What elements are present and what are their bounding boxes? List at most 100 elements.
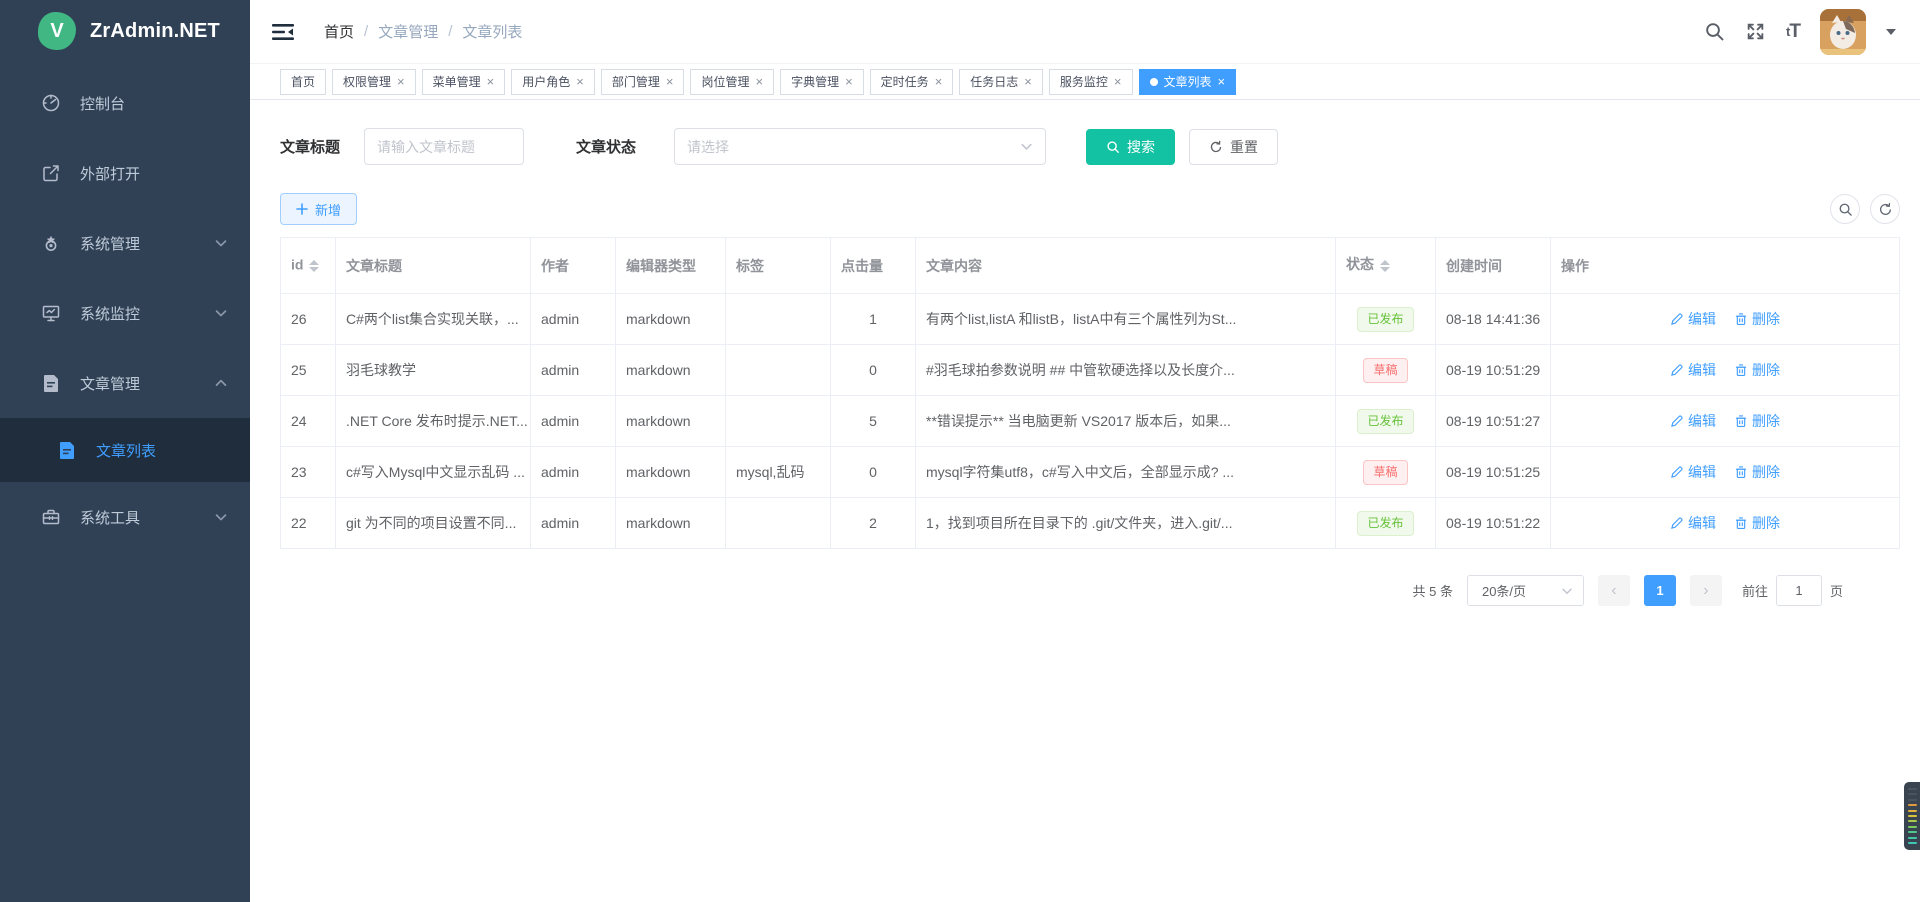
edit-button[interactable]: 编辑 [1670,360,1716,380]
cell-author: admin [531,345,616,396]
refresh-icon[interactable] [1870,194,1900,224]
page-1-button[interactable]: 1 [1644,575,1676,606]
tab-close-icon[interactable]: × [935,75,943,88]
show-search-icon[interactable] [1830,194,1860,224]
tab-用户角色[interactable]: 用户角色× [511,69,595,95]
column-header-editor: 编辑器类型 [616,238,726,294]
sidebar-collapse-icon[interactable] [272,22,294,42]
tab-close-icon[interactable]: × [1024,75,1032,88]
sort-icon[interactable] [1380,255,1390,277]
delete-button[interactable]: 删除 [1734,462,1780,482]
cell-content: 有两个list,listA 和listB，listA中有三个属性列为St... [916,294,1336,345]
column-header-status[interactable]: 状态 [1336,238,1436,294]
add-button[interactable]: 新增 [280,193,357,225]
sidebar-item-控制台[interactable]: 控制台 [0,68,250,138]
tab-定时任务[interactable]: 定时任务 × [870,69,954,95]
article-status-select[interactable]: 请选择 [674,128,1046,165]
tab-close-icon[interactable]: × [1114,75,1122,88]
table-row: 22git 为不同的项目设置不同...adminmarkdown21，找到项目所… [281,498,1900,549]
prev-page-button[interactable]: ‹ [1598,575,1630,606]
status-badge: 已发布 [1357,511,1413,536]
cell-content: 1，找到项目所在目录下的 .git/文件夹，进入.git/... [916,498,1336,549]
delete-button[interactable]: 删除 [1734,513,1780,533]
cell-id: 25 [281,345,336,396]
sidebar-subitem-文章列表[interactable]: 文章列表 [0,418,250,482]
sidebar-item-label: 系统工具 [80,507,214,528]
search-icon[interactable] [1704,21,1725,42]
cell-actions: 编辑删除 [1551,396,1900,447]
search-button[interactable]: 搜索 [1086,129,1175,165]
app-logo[interactable]: V ZrAdmin.NET [0,0,250,62]
topbar-actions: tT [1704,9,1896,55]
article-title-input[interactable] [364,128,524,165]
breadcrumb: 首页 / 文章管理 / 文章列表 [324,21,522,42]
breadcrumb-article-mgmt[interactable]: 文章管理 [378,21,438,42]
breadcrumb-home[interactable]: 首页 [324,21,354,42]
cell-title: git 为不同的项目设置不同... [336,498,531,549]
sort-icon[interactable] [309,255,319,277]
fullscreen-icon[interactable] [1745,21,1766,42]
tab-close-icon[interactable]: × [576,75,584,88]
edit-button[interactable]: 编辑 [1670,513,1716,533]
sidebar-item-系统工具[interactable]: 系统工具 [0,482,250,552]
sidebar-item-系统管理[interactable]: 系统管理 [0,208,250,278]
document-icon [56,439,78,461]
tab-岗位管理[interactable]: 岗位管理× [690,69,774,95]
goto-page-input[interactable] [1776,575,1822,606]
user-menu-caret-icon[interactable] [1886,29,1896,35]
cell-clicks: 1 [831,294,916,345]
delete-button[interactable]: 删除 [1734,309,1780,329]
tab-任务日志[interactable]: 任务日志× [959,69,1043,95]
table-row: 25羽毛球教学adminmarkdown0#羽毛球拍参数说明 ## 中管软硬选择… [281,345,1900,396]
logo-icon: V [38,12,76,50]
tab-字典管理[interactable]: 字典管理× [780,69,864,95]
avatar[interactable] [1820,9,1866,55]
tab-close-icon[interactable]: × [666,75,674,88]
tab-首页[interactable]: 首页 [280,69,326,95]
edit-button[interactable]: 编辑 [1670,411,1716,431]
column-header-id[interactable]: id [281,238,336,294]
font-size-icon[interactable]: tT [1786,21,1800,43]
tab-label: 定时任务 [881,73,929,90]
delete-button[interactable]: 删除 [1734,360,1780,380]
sidebar-item-文章管理[interactable]: 文章管理 [0,348,250,418]
tab-close-icon[interactable]: × [1218,75,1226,88]
cell-author: admin [531,447,616,498]
column-header-title: 文章标题 [336,238,531,294]
cell-created: 08-18 14:41:36 [1436,294,1551,345]
sidebar-submenu: 文章列表 [0,418,250,482]
tab-菜单管理[interactable]: 菜单管理× [422,69,506,95]
edit-button[interactable]: 编辑 [1670,462,1716,482]
next-page-button[interactable]: › [1690,575,1722,606]
article-status-label: 文章状态 [576,136,636,157]
tab-权限管理[interactable]: 权限管理× [332,69,416,95]
tab-close-icon[interactable]: × [487,75,495,88]
cell-editor: markdown [616,396,726,447]
tab-文章列表[interactable]: 文章列表× [1139,69,1237,95]
sidebar-item-外部打开[interactable]: 外部打开 [0,138,250,208]
breadcrumb-current: 文章列表 [462,21,522,42]
tab-服务监控[interactable]: 服务监控× [1049,69,1133,95]
edit-button[interactable]: 编辑 [1670,309,1716,329]
cell-tags [726,498,831,549]
sidebar-item-label: 系统管理 [80,233,214,254]
delete-button[interactable]: 删除 [1734,411,1780,431]
gear-icon [40,232,62,254]
cell-created: 08-19 10:51:29 [1436,345,1551,396]
right-edge-widget[interactable] [1904,782,1920,850]
sidebar-item-系统监控[interactable]: 系统监控 [0,278,250,348]
cell-title: 羽毛球教学 [336,345,531,396]
tab-部门管理[interactable]: 部门管理× [601,69,685,95]
tab-close-icon[interactable]: × [397,75,405,88]
cell-clicks: 0 [831,345,916,396]
goto-page: 前往 页 [1742,575,1843,606]
page-size-select[interactable]: 20条/页 [1467,575,1584,606]
tab-close-icon[interactable]: × [845,75,853,88]
chevron-up-icon [214,376,228,390]
tab-close-icon[interactable]: × [755,75,763,88]
reset-button[interactable]: 重置 [1189,129,1278,165]
column-header-created: 创建时间 [1436,238,1551,294]
external-link-icon [40,162,62,184]
sidebar-item-label: 文章管理 [80,373,214,394]
cell-title: c#写入Mysql中文显示乱码 ... [336,447,531,498]
